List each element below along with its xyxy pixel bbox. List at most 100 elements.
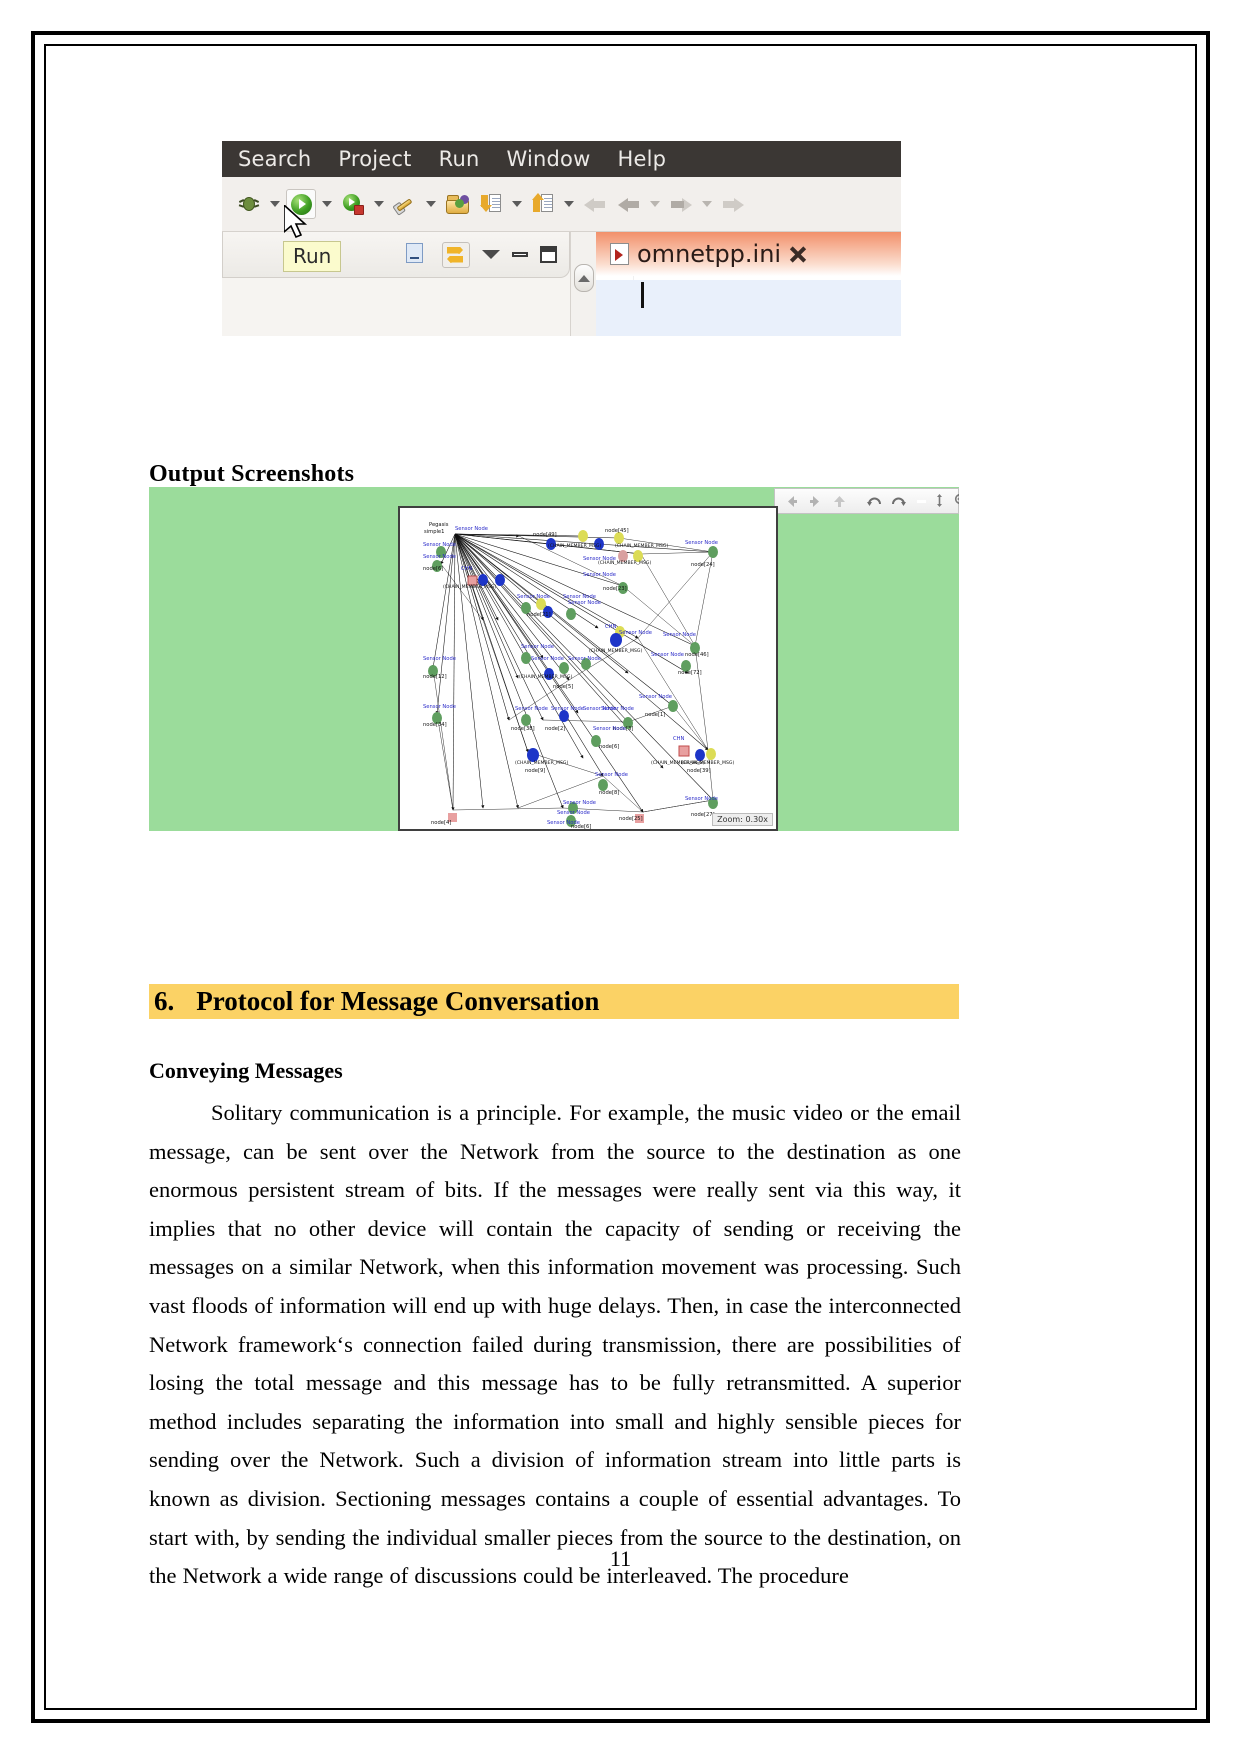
ide-toolbar: Run <box>222 177 901 272</box>
svg-text:Sensor Node: Sensor Node <box>563 800 596 806</box>
import-icon[interactable] <box>476 189 506 219</box>
svg-text:Sensor Node: Sensor Node <box>685 540 718 546</box>
section-6-heading: 6. Protocol for Message Conversation <box>149 984 959 1019</box>
back-nav-icon[interactable] <box>580 189 610 219</box>
menu-item-help[interactable]: Help <box>618 147 667 171</box>
svg-text:node[12]: node[12] <box>423 674 447 680</box>
svg-text:Sensor Node: Sensor Node <box>517 594 550 600</box>
svg-text:Sensor Node: Sensor Node <box>601 706 634 712</box>
svg-text:Sensor Node: Sensor Node <box>551 706 584 712</box>
svg-text:node[9]: node[9] <box>525 768 545 774</box>
minimize-icon[interactable] <box>512 252 528 257</box>
code-line-1: # This file is shared by <box>596 280 901 336</box>
open-resource-icon[interactable] <box>442 189 472 219</box>
section-number: 6. <box>154 986 175 1016</box>
simulation-toolbar <box>774 488 959 514</box>
svg-text:node[49]: node[49] <box>533 532 557 538</box>
menu-item-search[interactable]: Search <box>238 147 311 171</box>
body-paragraph: Solitary communication is a principle. F… <box>149 1100 961 1589</box>
svg-text:Sensor Node: Sensor Node <box>515 706 548 712</box>
redo-icon[interactable] <box>890 493 907 510</box>
svg-text:Sensor Node: Sensor Node <box>568 656 601 662</box>
svg-text:node[38]: node[38] <box>511 726 535 732</box>
network-graph: Pegasis simple1 Sensor Node node[49] nod… <box>423 522 734 829</box>
external-tools-chevron-icon[interactable] <box>424 190 438 218</box>
link-with-editor-icon[interactable] <box>442 241 470 268</box>
svg-text:node[21]: node[21] <box>527 612 551 618</box>
coverage-dropdown-chevron-icon[interactable] <box>372 190 386 218</box>
svg-text:simple1: simple1 <box>424 529 444 535</box>
svg-text:(CHAIN_MEMBER_MSG): (CHAIN_MEMBER_MSG) <box>681 760 734 766</box>
svg-text:(CHAIN_MEMBER_MSG): (CHAIN_MEMBER_MSG) <box>589 648 642 654</box>
debug-bug-icon[interactable] <box>234 189 264 219</box>
simulation-canvas[interactable]: Pegasis simple1 Sensor Node node[49] nod… <box>398 506 778 831</box>
svg-text:node[6]: node[6] <box>599 744 619 750</box>
menu-item-project[interactable]: Project <box>338 147 411 171</box>
svg-text:node[6]: node[6] <box>423 566 443 572</box>
svg-text:Sensor Node: Sensor Node <box>663 632 696 638</box>
menu-item-window[interactable]: Window <box>506 147 590 171</box>
maximize-icon[interactable] <box>540 246 557 263</box>
svg-text:(CHAIN_MEMBER_MSG): (CHAIN_MEMBER_MSG) <box>515 760 568 766</box>
svg-text:node[27]: node[27] <box>691 812 715 818</box>
svg-text:node[4]: node[4] <box>431 820 451 826</box>
vertical-scrollbar[interactable] <box>570 232 596 336</box>
svg-text:Sensor Node: Sensor Node <box>455 526 488 532</box>
page-content: Search Project Run Window Help Run omnet… <box>46 46 1195 1708</box>
undo-icon[interactable] <box>866 493 883 510</box>
svg-text:Sensor Node: Sensor Node <box>557 810 590 816</box>
page-number: 11 <box>609 1546 632 1571</box>
forward-nav-2-icon[interactable] <box>718 189 748 219</box>
svg-text:node[2]: node[2] <box>545 726 565 732</box>
zoom-level-badge: Zoom: 0.30x <box>712 813 773 826</box>
svg-text:node[72]: node[72] <box>678 670 702 676</box>
external-tools-icon[interactable] <box>390 189 420 219</box>
arrow-up-icon[interactable] <box>831 493 848 510</box>
svg-text:node[24]: node[24] <box>691 562 715 568</box>
arrow-right-icon[interactable] <box>807 493 824 510</box>
page-border-outer: Search Project Run Window Help Run omnet… <box>31 31 1210 1723</box>
svg-text:Sensor Node: Sensor Node <box>651 652 684 658</box>
menu-item-run[interactable]: Run <box>439 147 480 171</box>
svg-text:Sensor Node: Sensor Node <box>595 772 628 778</box>
svg-text:node[1]: node[1] <box>645 712 665 718</box>
debug-dropdown-chevron-icon[interactable] <box>268 190 282 218</box>
svg-text:Sensor Node: Sensor Node <box>423 704 456 710</box>
forward-nav-icon[interactable] <box>666 189 696 219</box>
arrow-left-icon[interactable] <box>783 493 800 510</box>
section-title: Protocol for Message Conversation <box>196 986 600 1016</box>
run-with-coverage-icon[interactable] <box>338 189 368 219</box>
view-menu-icon[interactable] <box>482 250 500 259</box>
view-toolbar <box>222 232 570 278</box>
collapse-all-icon[interactable] <box>406 242 430 267</box>
svg-text:node[8]: node[8] <box>599 790 619 796</box>
svg-text:Sensor Node: Sensor Node <box>568 600 601 606</box>
editor-tab-omnetpp-ini[interactable]: omnetpp.ini <box>596 232 901 276</box>
svg-text:node[6]: node[6] <box>571 824 591 829</box>
ide-menu-bar: Search Project Run Window Help <box>222 141 901 177</box>
zoom-fit-icon[interactable] <box>932 493 947 510</box>
svg-text:Sensor Node: Sensor Node <box>531 656 564 662</box>
back-history-chevron-icon[interactable] <box>648 190 662 218</box>
text-caret <box>641 282 644 308</box>
import-chevron-icon[interactable] <box>510 190 524 218</box>
scroll-up-arrow-icon[interactable] <box>574 264 594 292</box>
close-icon[interactable] <box>789 246 806 263</box>
svg-text:(CHAIN_MEMBER_MSG): (CHAIN_MEMBER_MSG) <box>548 543 601 549</box>
zoom-out-icon[interactable] <box>954 493 959 510</box>
svg-text:node[45]: node[45] <box>605 528 629 534</box>
run-dropdown-chevron-icon[interactable] <box>320 190 334 218</box>
code-editor-area[interactable]: # This file is shared by # Lines beginni… <box>596 276 901 336</box>
page-border-inner: Search Project Run Window Help Run omnet… <box>44 44 1197 1710</box>
svg-text:Sensor Node: Sensor Node <box>619 630 652 636</box>
svg-text:(CHAIN_MEMBER_MSG): (CHAIN_MEMBER_MSG) <box>598 560 651 566</box>
conveying-messages-heading: Conveying Messages <box>149 1058 343 1083</box>
svg-text:CHN: CHN <box>673 736 685 742</box>
forward-history-chevron-icon[interactable] <box>700 190 714 218</box>
ini-file-icon <box>610 243 629 265</box>
export-icon[interactable] <box>528 189 558 219</box>
export-chevron-icon[interactable] <box>562 190 576 218</box>
backward-history-icon[interactable] <box>614 189 644 219</box>
svg-text:Sensor Node: Sensor Node <box>423 542 456 548</box>
svg-text:Sensor Node: Sensor Node <box>639 694 672 700</box>
